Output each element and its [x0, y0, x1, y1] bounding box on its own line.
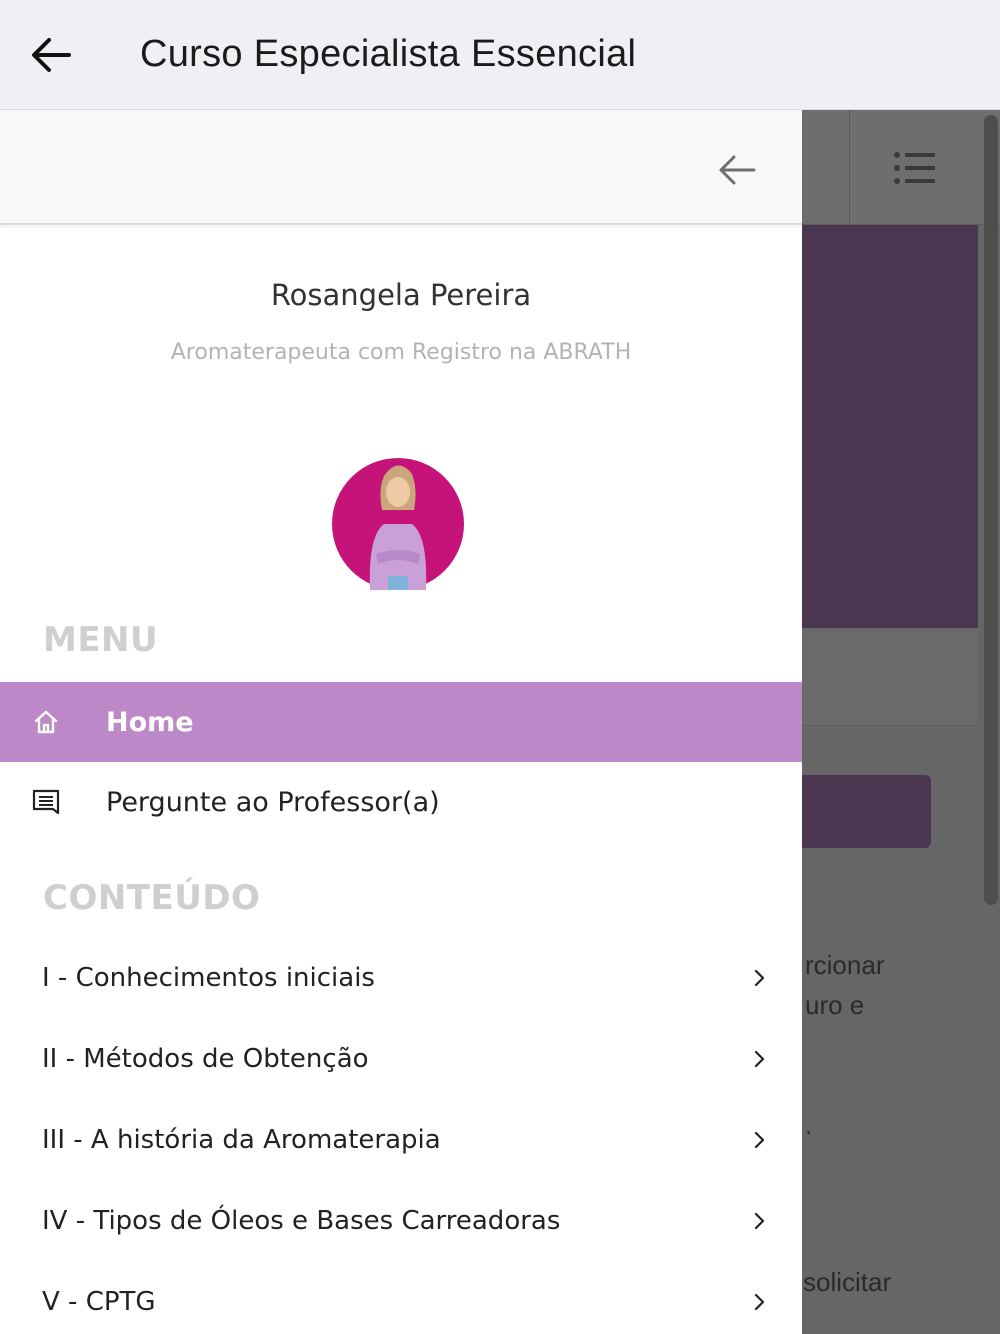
profile-name: Rosangela Pereira	[270, 278, 532, 312]
list-icon[interactable]	[893, 150, 937, 186]
scrollbar[interactable]	[984, 115, 998, 905]
arrow-left-icon	[32, 37, 71, 72]
menu-item-home[interactable]: Home	[0, 682, 802, 762]
content-item-label: III - A história da Aromaterapia	[42, 1125, 441, 1155]
app-title: Curso Especialista Essencial	[140, 33, 637, 75]
background-text: uro e	[805, 990, 865, 1020]
menu-heading: MENU	[43, 620, 159, 660]
avatar	[332, 458, 464, 590]
content-item-historia-da-aromaterapia[interactable]: III - A história da Aromaterapia	[0, 1100, 802, 1180]
content-item-label: IV - Tipos de Óleos e Bases Carreadoras	[42, 1206, 561, 1236]
background-text: solicitar	[803, 1267, 892, 1297]
chevron-right-icon	[754, 1050, 765, 1068]
content-heading: CONTEÚDO	[43, 878, 261, 918]
chevron-right-icon	[754, 969, 765, 987]
drawer-header	[0, 110, 802, 225]
back-button[interactable]	[0, 0, 100, 110]
content-item-label: V - CPTG	[42, 1287, 156, 1317]
background-text: .	[805, 1110, 813, 1140]
menu-item-label: Pergunte ao Professor(a)	[106, 786, 440, 818]
background-button	[790, 775, 931, 848]
navigation-drawer: Rosangela Pereira Aromaterapeuta com Reg…	[0, 110, 802, 1334]
content-item-tipos-de-oleos[interactable]: IV - Tipos de Óleos e Bases Carreadoras	[0, 1181, 802, 1261]
home-icon	[34, 710, 58, 734]
chevron-right-icon	[754, 1293, 765, 1311]
content-item-metodos-de-obtencao[interactable]: II - Métodos de Obtenção	[0, 1019, 802, 1099]
content-item-cptg[interactable]: V - CPTG	[0, 1262, 802, 1334]
content-item-label: II - Métodos de Obtenção	[42, 1044, 369, 1074]
menu-item-ask-professor[interactable]: Pergunte ao Professor(a)	[0, 762, 802, 842]
close-drawer-arrow-icon[interactable]	[716, 150, 758, 190]
chevron-right-icon	[754, 1212, 765, 1230]
header-divider	[849, 110, 850, 225]
chevron-right-icon	[754, 1131, 765, 1149]
profile-role: Aromaterapeuta com Registro na ABRATH	[170, 340, 632, 365]
menu-item-label: Home	[106, 706, 194, 738]
app-bar: Curso Especialista Essencial	[0, 0, 1000, 110]
content-item-conhecimentos-iniciais[interactable]: I - Conhecimentos iniciais	[0, 938, 802, 1018]
background-text: rcionar	[805, 950, 885, 980]
content-item-label: I - Conhecimentos iniciais	[42, 963, 375, 993]
message-icon	[32, 789, 60, 815]
